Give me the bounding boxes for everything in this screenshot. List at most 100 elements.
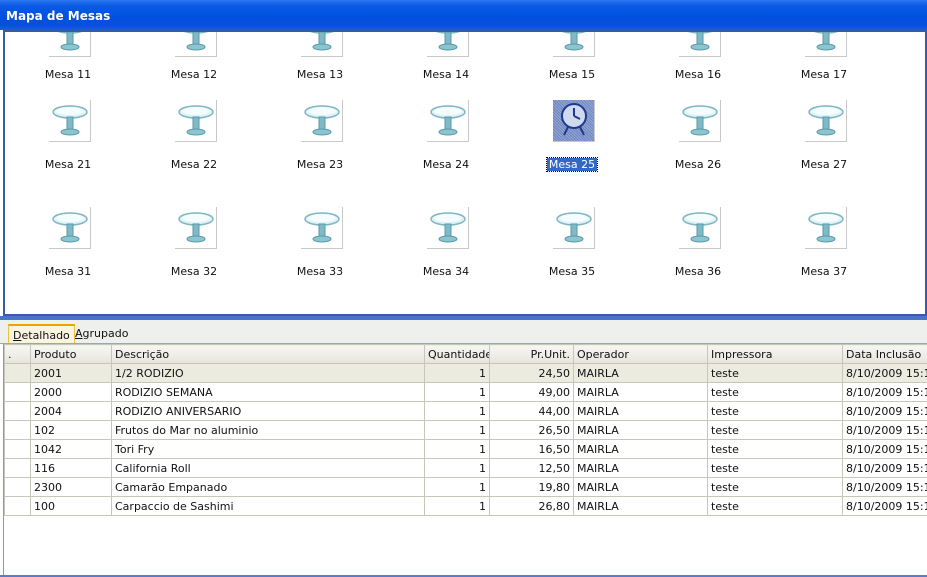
grid-body: 2001 1/2 RODIZIO 1 24,50 MAIRLA teste 8/10/200…	[4, 363, 927, 516]
table-icon	[553, 207, 595, 249]
row-indicator[interactable]	[4, 401, 31, 421]
table-cell: teste	[707, 420, 843, 440]
mesa-label: Mesa 22	[170, 158, 218, 171]
column-header[interactable]: Impressora	[707, 344, 843, 364]
table-row[interactable]: 1042 Tori Fry 1 16,50 MAIRLA teste 8/10/2009 1…	[4, 439, 927, 459]
table-cell: 8/10/2009 15:18:	[842, 439, 927, 459]
mesa-label: Mesa 23	[296, 158, 344, 171]
table-cell: teste	[707, 458, 843, 478]
table-row[interactable]: 2001 1/2 RODIZIO 1 24,50 MAIRLA teste 8/10/200…	[4, 363, 927, 383]
table-row[interactable]: 100 Carpaccio de Sashimi 1 26,80 MAIRLA teste…	[4, 496, 927, 516]
table-cell: MAIRLA	[573, 477, 708, 497]
column-header[interactable]: Pr.Unit.	[489, 344, 574, 364]
column-header[interactable]: .	[4, 344, 31, 364]
table-cell: Carpaccio de Sashimi	[111, 496, 425, 516]
table-cell: MAIRLA	[573, 458, 708, 478]
mesa-label: Mesa 26	[674, 158, 722, 171]
mesa-label: Mesa 36	[674, 265, 722, 278]
order-items-grid: . Produto Descrição Quantidade Pr.Unit. Opera…	[3, 344, 927, 577]
table-row[interactable]: 2300 Camarão Empanado 1 19,80 MAIRLA teste 8/1…	[4, 477, 927, 497]
table-icon	[805, 207, 847, 249]
column-header[interactable]: Operador	[573, 344, 708, 364]
table-cell: 1	[424, 382, 490, 402]
table-cell: 8/10/2009 15:18:	[842, 382, 927, 402]
row-indicator[interactable]	[4, 439, 31, 459]
tab-detalhado-label: Detalhado	[13, 329, 70, 342]
column-header[interactable]: Produto	[30, 344, 112, 364]
table-cell: MAIRLA	[573, 439, 708, 459]
table-cell: 49,00	[489, 382, 574, 402]
table-cell: Frutos do Mar no aluminio	[111, 420, 425, 440]
table-cell: teste	[707, 439, 843, 459]
table-cell: 8/10/2009 15:18:	[842, 496, 927, 516]
table-cell: MAIRLA	[573, 382, 708, 402]
table-cell: teste	[707, 477, 843, 497]
table-cell: 2004	[30, 401, 112, 421]
mesa-label: Mesa 27	[800, 158, 848, 171]
table-cell: 1	[424, 420, 490, 440]
grid-header-row: . Produto Descrição Quantidade Pr.Unit. Opera…	[4, 344, 927, 364]
table-cell: 8/10/2009 15:18:	[842, 458, 927, 478]
mesa-item[interactable]: Mesa 34	[406, 32, 486, 278]
table-row[interactable]: 2000 RODIZIO SEMANA 1 49,00 MAIRLA teste 8/10/…	[4, 382, 927, 402]
table-cell: 26,80	[489, 496, 574, 516]
column-header[interactable]: Descrição	[111, 344, 425, 364]
table-cell: teste	[707, 382, 843, 402]
mesa-label: Mesa 32	[170, 265, 218, 278]
table-cell: 16,50	[489, 439, 574, 459]
row-indicator[interactable]	[4, 420, 31, 440]
mesa-label: Mesa 25	[545, 157, 599, 172]
row-indicator[interactable]	[4, 458, 31, 478]
table-cell: 2001	[30, 363, 112, 383]
tab-agrupado[interactable]: Agrupado	[71, 324, 132, 343]
tab-agrupado-label: Agrupado	[75, 327, 129, 340]
mesa-grid: Mesa 11 Mesa 12 Mesa 13 Mesa 14 Mesa 15 Mesa …	[5, 32, 925, 314]
row-indicator[interactable]	[4, 477, 31, 497]
table-row[interactable]: 2004 RODIZIO ANIVERSARIO 1 44,00 MAIRLA teste…	[4, 401, 927, 421]
mesa-label: Mesa 37	[800, 265, 848, 278]
column-header[interactable]: Quantidade	[424, 344, 490, 364]
mesa-label: Mesa 34	[422, 265, 470, 278]
table-cell: MAIRLA	[573, 363, 708, 383]
table-cell: 8/10/2009 15:18:	[842, 401, 927, 421]
table-cell: 1	[424, 363, 490, 383]
table-cell: 1042	[30, 439, 112, 459]
table-cell: teste	[707, 496, 843, 516]
mesa-label: Mesa 21	[44, 158, 92, 171]
table-cell: 24,50	[489, 363, 574, 383]
row-indicator[interactable]	[4, 496, 31, 516]
table-cell: Camarão Empanado	[111, 477, 425, 497]
table-icon	[679, 207, 721, 249]
table-cell: 44,00	[489, 401, 574, 421]
table-cell: 1/2 RODIZIO	[111, 363, 425, 383]
table-row[interactable]: 102 Frutos do Mar no aluminio 1 26,50 MAIRLA…	[4, 420, 927, 440]
row-indicator[interactable]	[4, 363, 31, 383]
table-cell: teste	[707, 401, 843, 421]
table-row[interactable]: 116 California Roll 1 12,50 MAIRLA teste 8/10/…	[4, 458, 927, 478]
mesa-label: Mesa 24	[422, 158, 470, 171]
mesa-item[interactable]: Mesa 31	[28, 32, 108, 278]
table-cell: RODIZIO SEMANA	[111, 382, 425, 402]
row-indicator[interactable]	[4, 382, 31, 402]
mesa-item[interactable]: Mesa 37	[784, 32, 864, 278]
table-cell: 12,50	[489, 458, 574, 478]
tab-detalhado[interactable]: Detalhado	[8, 324, 75, 343]
table-cell: 26,50	[489, 420, 574, 440]
table-icon	[427, 207, 469, 249]
table-cell: teste	[707, 363, 843, 383]
table-cell: 2000	[30, 382, 112, 402]
view-tabs: Detalhado Agrupado	[0, 320, 927, 344]
table-cell: 1	[424, 477, 490, 497]
table-cell: MAIRLA	[573, 496, 708, 516]
mesa-item[interactable]: Mesa 32	[154, 32, 234, 278]
mesa-item[interactable]: Mesa 36	[658, 32, 738, 278]
table-cell: 100	[30, 496, 112, 516]
table-cell: 1	[424, 401, 490, 421]
table-icon	[175, 207, 217, 249]
column-header[interactable]: Data Inclusão	[842, 344, 927, 364]
table-cell: 8/10/2009 15:18:	[842, 477, 927, 497]
mesa-item[interactable]: Mesa 33	[280, 32, 360, 278]
mesa-label: Mesa 33	[296, 265, 344, 278]
mesa-item[interactable]: Mesa 35	[532, 32, 612, 278]
table-cell: RODIZIO ANIVERSARIO	[111, 401, 425, 421]
